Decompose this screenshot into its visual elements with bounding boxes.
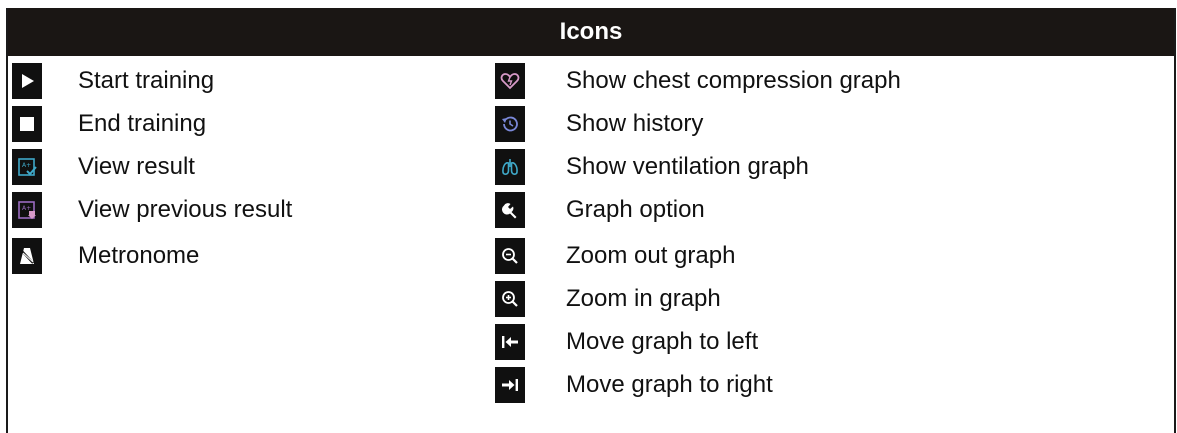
legend-label: Show history — [566, 110, 704, 137]
arrow-to-right-icon — [495, 367, 525, 403]
metronome-icon — [12, 238, 42, 274]
legend-item-zoom-out-graph: Zoom out graph — [495, 238, 735, 274]
legend-label: Start training — [78, 67, 215, 94]
view-result-icon: A+ — [12, 149, 42, 185]
legend-label: End training — [78, 110, 207, 137]
svg-text:A+: A+ — [22, 162, 31, 169]
legend-label: Show chest compression graph — [566, 67, 901, 94]
legend-label: Show ventilation graph — [566, 153, 809, 180]
svg-text:A+: A+ — [22, 205, 31, 212]
legend-item-end-training: End training — [12, 106, 206, 142]
legend-label: View previous result — [78, 196, 293, 223]
legend-label: View result — [78, 153, 195, 180]
play-icon — [12, 63, 42, 99]
history-icon — [495, 106, 525, 142]
legend-item-move-graph-left: Move graph to left — [495, 324, 758, 360]
legend-item-graph-option: Graph option — [495, 192, 705, 228]
legend-label: Metronome — [78, 242, 200, 269]
lungs-icon — [495, 149, 525, 185]
legend-item-move-graph-right: Move graph to right — [495, 367, 773, 403]
panel-title: Icons — [8, 8, 1174, 56]
arrow-to-left-icon — [495, 324, 525, 360]
heart-icon — [495, 63, 525, 99]
view-previous-result-icon: A+ — [12, 192, 42, 228]
legend-item-ventilation-graph: Show ventilation graph — [495, 149, 809, 185]
legend-label: Zoom in graph — [566, 285, 721, 312]
wrench-icon — [495, 192, 525, 228]
legend-label: Move graph to right — [566, 371, 773, 398]
legend-label: Graph option — [566, 196, 705, 223]
legend-item-zoom-in-graph: Zoom in graph — [495, 281, 721, 317]
legend-item-view-previous-result: A+ View previous result — [12, 192, 292, 228]
legend-item-show-history: Show history — [495, 106, 703, 142]
legend-label: Move graph to left — [566, 328, 759, 355]
stop-icon — [12, 106, 42, 142]
zoom-in-icon — [495, 281, 525, 317]
legend-item-chest-compression-graph: Show chest compression graph — [495, 63, 901, 99]
legend-item-start-training: Start training — [12, 63, 214, 99]
legend-item-metronome: Metronome — [12, 238, 199, 274]
legend-item-view-result: A+ View result — [12, 149, 195, 185]
zoom-out-icon — [495, 238, 525, 274]
legend-label: Zoom out graph — [566, 242, 736, 269]
